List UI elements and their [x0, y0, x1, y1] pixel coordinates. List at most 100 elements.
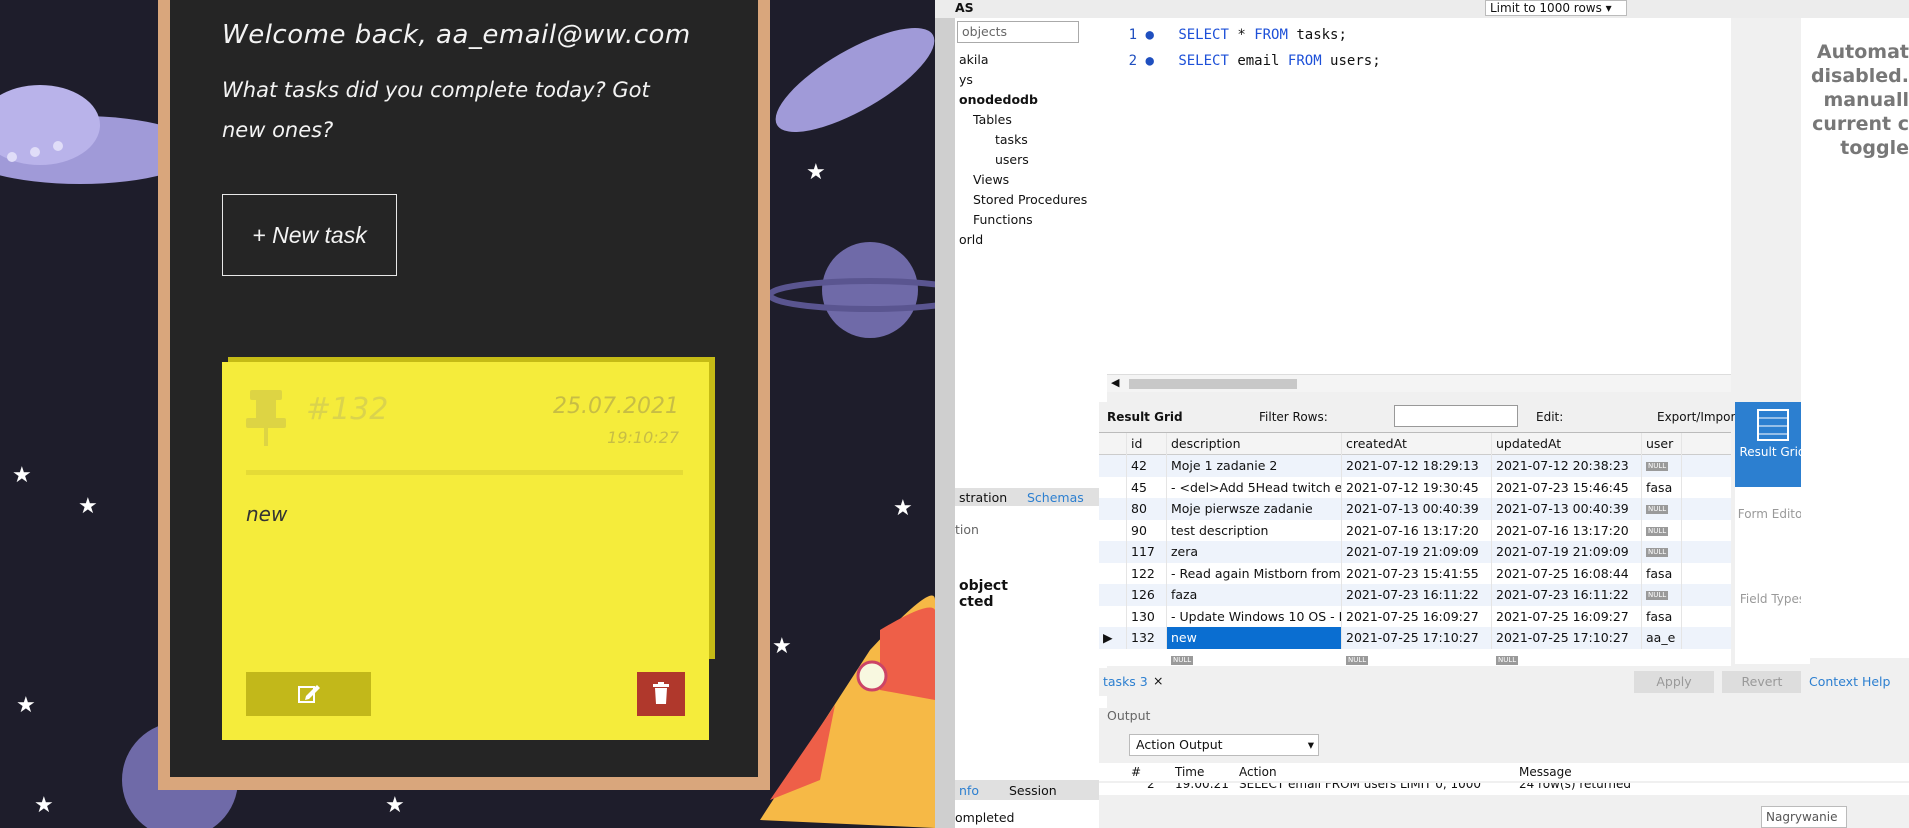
result-grid-view-button[interactable]: Result Grid [1735, 402, 1810, 487]
table-row[interactable]: 117 zera 2021-07-19 21:09:09 2021-07-19 21:… [1099, 541, 1731, 563]
table-cell[interactable]: - Update Windows 10 OS - Inst... [1167, 605, 1342, 627]
table-cell[interactable]: 2021-07-16 13:17:20 [1492, 519, 1642, 541]
table-cell[interactable]: 117 [1127, 541, 1167, 563]
schema-sys[interactable]: ys [959, 72, 973, 87]
row-indicator[interactable] [1099, 541, 1127, 563]
table-row[interactable]: 45- <del>Add 5Head twitch emot...2021-07… [1099, 476, 1731, 498]
column-header[interactable]: createdAt [1342, 433, 1492, 455]
table-cell[interactable]: 45 [1127, 476, 1167, 498]
form-editor-button[interactable]: Form Editor [1735, 507, 1810, 521]
table-cell[interactable]: 2021-07-25 16:09:27 [1342, 605, 1492, 627]
row-indicator[interactable] [1099, 605, 1127, 627]
row-indicator[interactable] [1099, 476, 1127, 498]
schema-onodedodb[interactable]: onodedodb [959, 92, 1038, 107]
table-cell[interactable]: 130 [1127, 605, 1167, 627]
table-cell[interactable]: NULL [1642, 584, 1682, 606]
table-cell[interactable]: NULL [1342, 649, 1402, 671]
table-cell[interactable]: 2021-07-23 16:11:22 [1342, 584, 1492, 606]
table-row[interactable]: 80 Moje pierwsze zadanie 2021-07-13 00:40:… [1099, 498, 1731, 520]
limit-rows-select[interactable]: Limit to 1000 rows ▾ [1485, 0, 1627, 16]
table-cell[interactable]: NULL [1642, 455, 1682, 477]
new-task-button[interactable]: + New task [222, 194, 397, 276]
table-cell[interactable]: 2021-07-25 16:09:27 [1492, 605, 1642, 627]
table-cell[interactable]: NULL [1642, 541, 1682, 563]
table-cell[interactable]: NULL [1642, 498, 1682, 520]
table-cell[interactable]: 2021-07-23 15:46:45 [1492, 476, 1642, 498]
table-cell[interactable]: NULL [1167, 649, 1227, 671]
table-row[interactable]: 90 test description 2021-07-16 13:17:20 202… [1099, 519, 1731, 541]
table-cell[interactable]: 2021-07-16 13:17:20 [1342, 519, 1492, 541]
table-cell[interactable]: 2021-07-19 21:09:09 [1342, 541, 1492, 563]
functions-node[interactable]: Functions [973, 212, 1033, 227]
row-indicator[interactable] [1099, 519, 1127, 541]
filter-rows-input[interactable] [1394, 405, 1518, 427]
table-cell[interactable]: - <del>Add 5Head twitch emot... [1167, 476, 1342, 498]
schema-akila[interactable]: akila [959, 52, 989, 67]
close-icon[interactable]: × [1153, 673, 1163, 688]
table-row[interactable]: 126 faza 2021-07-23 16:11:22 2021-07-23 16:… [1099, 584, 1731, 606]
table-cell[interactable]: 80 [1127, 498, 1167, 520]
revert-button[interactable]: Revert [1722, 671, 1802, 693]
table-row[interactable]: 130- Update Windows 10 OS - Inst...2021-… [1099, 605, 1731, 627]
scroll-left-icon[interactable]: ◀ [1111, 376, 1119, 389]
table-cell[interactable]: 2021-07-12 18:29:13 [1342, 455, 1492, 477]
table-cell[interactable]: 90 [1127, 519, 1167, 541]
context-help-tab[interactable]: Context Help [1809, 674, 1890, 689]
table-cell[interactable]: 122 [1127, 562, 1167, 584]
table-cell[interactable]: 2021-07-25 17:10:27 [1492, 627, 1642, 649]
table-cell[interactable]: test description [1167, 519, 1342, 541]
table-cell[interactable]: fasa [1642, 605, 1682, 627]
edit-task-button[interactable] [246, 672, 371, 716]
table-cell[interactable]: 2021-07-12 20:38:23 [1492, 455, 1642, 477]
column-header[interactable]: id [1127, 433, 1167, 455]
table-cell[interactable]: faza [1167, 584, 1342, 606]
table-cell[interactable]: 126 [1127, 584, 1167, 606]
new-row[interactable]: NULL NULL NULL [1099, 649, 1731, 671]
row-indicator[interactable] [1099, 455, 1127, 477]
tab-schemas[interactable]: Schemas [1027, 490, 1084, 505]
table-cell[interactable]: 42 [1127, 455, 1167, 477]
result-tab[interactable]: tasks 3 [1103, 674, 1148, 689]
table-cell[interactable]: Moje 1 zadanie 2 [1167, 455, 1342, 477]
table-cell[interactable]: aa_e [1642, 627, 1682, 649]
tab-session[interactable]: Session [1009, 783, 1057, 798]
table-cell[interactable]: - Read again Mistborn from Bra... [1167, 562, 1342, 584]
table-cell[interactable]: 2021-07-25 16:08:44 [1492, 562, 1642, 584]
sql-editor[interactable]: 1 ● SELECT * FROM tasks; 2 ● SELECT emai… [1107, 18, 1731, 374]
row-indicator[interactable] [1099, 562, 1127, 584]
field-types-button[interactable]: Field Types [1735, 592, 1810, 606]
table-cell[interactable]: NULL [1492, 649, 1552, 671]
table-cell[interactable]: 2021-07-25 17:10:27 [1342, 627, 1492, 649]
row-indicator[interactable] [1099, 498, 1127, 520]
column-header[interactable]: description [1167, 433, 1342, 455]
column-header[interactable]: user [1642, 433, 1682, 455]
table-cell[interactable]: 2021-07-13 00:40:39 [1492, 498, 1642, 520]
table-cell[interactable]: 2021-07-12 19:30:45 [1342, 476, 1492, 498]
column-header[interactable]: updatedAt [1492, 433, 1642, 455]
schema-world[interactable]: orld [959, 232, 983, 247]
editor-horizontal-scrollbar[interactable]: ◀ [1107, 374, 1731, 392]
apply-button[interactable]: Apply [1634, 671, 1714, 693]
table-cell[interactable]: fasa [1642, 562, 1682, 584]
table-cell[interactable]: Moje pierwsze zadanie [1167, 498, 1342, 520]
table-cell[interactable]: new [1167, 627, 1342, 649]
tab-object-info[interactable]: nfo [959, 783, 979, 798]
table-cell[interactable]: 2021-07-23 16:11:22 [1492, 584, 1642, 606]
table-cell[interactable]: NULL [1642, 519, 1682, 541]
table-cell[interactable]: 2021-07-13 00:40:39 [1342, 498, 1492, 520]
table-row[interactable]: 122- Read again Mistborn from Bra...2021… [1099, 562, 1731, 584]
table-cell[interactable]: fasa [1642, 476, 1682, 498]
table-cell[interactable]: 132 [1127, 627, 1167, 649]
table-cell[interactable]: 2021-07-23 15:41:55 [1342, 562, 1492, 584]
table-tasks[interactable]: tasks [995, 132, 1028, 147]
table-users[interactable]: users [995, 152, 1029, 167]
table-row[interactable]: 42 Moje 1 zadanie 2 2021-07-12 18:29:13 202… [1099, 455, 1731, 477]
table-row[interactable]: ▶ 132 new 2021-07-25 17:10:27 2021-07-25 17:… [1099, 627, 1731, 649]
schema-search-input[interactable]: objects [957, 21, 1079, 43]
procedures-node[interactable]: Stored Procedures [973, 192, 1087, 207]
row-indicator[interactable]: ▶ [1099, 627, 1127, 649]
table-cell[interactable]: zera [1167, 541, 1342, 563]
output-row[interactable]: 2 19:00:21 SELECT email FROM users LIMIT… [1099, 783, 1909, 795]
views-node[interactable]: Views [973, 172, 1009, 187]
output-type-select[interactable]: Action Output ▾ [1129, 734, 1319, 756]
